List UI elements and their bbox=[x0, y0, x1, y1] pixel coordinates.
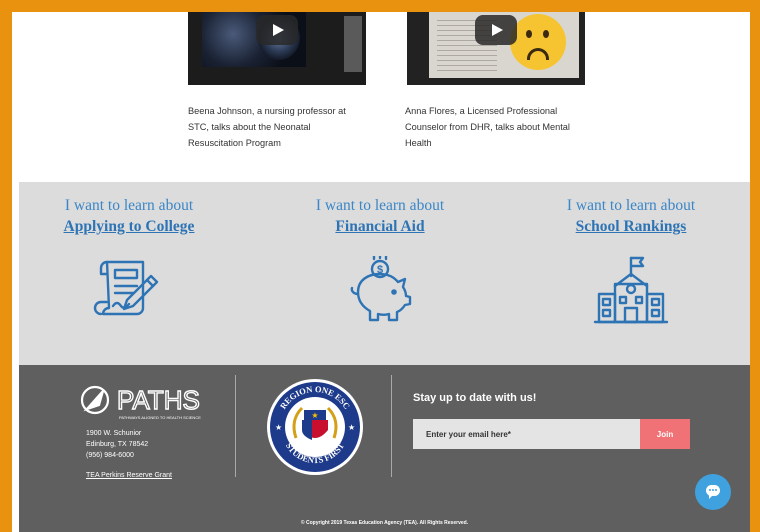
page-frame: Beena Johnson, a nursing professor at ST… bbox=[12, 12, 750, 532]
video-section: Beena Johnson, a nursing professor at ST… bbox=[12, 12, 750, 182]
video-caption: Beena Johnson, a nursing professor at ST… bbox=[188, 106, 346, 148]
learn-section: I want to learn about Applying to Colleg… bbox=[19, 182, 750, 365]
video-thumbnail-mental-health[interactable] bbox=[407, 12, 585, 85]
video-caption: Anna Flores, a Licensed Professional Cou… bbox=[405, 106, 570, 148]
svg-text:PATHS: PATHS bbox=[117, 385, 200, 415]
application-form-icon[interactable] bbox=[93, 256, 165, 328]
chat-bubble-icon[interactable] bbox=[695, 474, 731, 510]
tea-perkins-link[interactable]: TEA Perkins Reserve Grant bbox=[86, 472, 172, 479]
sad-face-emoji bbox=[510, 14, 566, 70]
play-icon[interactable] bbox=[256, 15, 298, 45]
divider bbox=[391, 375, 392, 477]
play-icon[interactable] bbox=[475, 15, 517, 45]
school-rankings-link[interactable]: School Rankings bbox=[521, 216, 741, 238]
email-input[interactable] bbox=[413, 419, 640, 449]
join-button[interactable]: Join bbox=[640, 419, 690, 449]
region-one-seal[interactable]: REGION ONE ESC STUDENTS FIRST ★ ★ ★ bbox=[266, 378, 364, 476]
school-building-icon[interactable] bbox=[593, 256, 669, 328]
learn-prefix: I want to learn about bbox=[64, 197, 194, 214]
applying-to-college-link[interactable]: Applying to College bbox=[19, 216, 239, 238]
copyright: © Copyright 2019 Texas Education Agency … bbox=[300, 520, 469, 526]
svg-text:PATHWAYS ALIGNED TO HEALTH SCI: PATHWAYS ALIGNED TO HEALTH SCIENCE bbox=[119, 415, 201, 420]
newsletter-title: Stay up to date with us! bbox=[413, 392, 537, 404]
svg-text:★: ★ bbox=[348, 423, 355, 432]
learn-card-applying: I want to learn about Applying to Colleg… bbox=[19, 196, 239, 328]
piggy-bank-icon[interactable]: $ bbox=[344, 256, 416, 328]
learn-card-financial: I want to learn about Financial Aid $ bbox=[270, 196, 490, 328]
video-thumbnail-neonatal[interactable] bbox=[188, 12, 366, 85]
learn-card-rankings: I want to learn about School Rankings bbox=[521, 196, 741, 328]
financial-aid-link[interactable]: Financial Aid bbox=[270, 216, 490, 238]
paths-logo[interactable]: PATHS PATHWAYS ALIGNED TO HEALTH SCIENCE bbox=[79, 383, 214, 423]
learn-prefix: I want to learn about bbox=[315, 197, 445, 214]
site-footer: PATHS PATHWAYS ALIGNED TO HEALTH SCIENCE… bbox=[19, 365, 750, 532]
svg-text:★: ★ bbox=[311, 411, 318, 420]
address-block: 1900 W. Schunior Edinburg, TX 78542 (956… bbox=[86, 430, 149, 459]
svg-text:$: $ bbox=[377, 264, 383, 276]
divider bbox=[235, 375, 236, 477]
svg-text:★: ★ bbox=[275, 423, 282, 432]
learn-prefix: I want to learn about bbox=[566, 197, 696, 214]
